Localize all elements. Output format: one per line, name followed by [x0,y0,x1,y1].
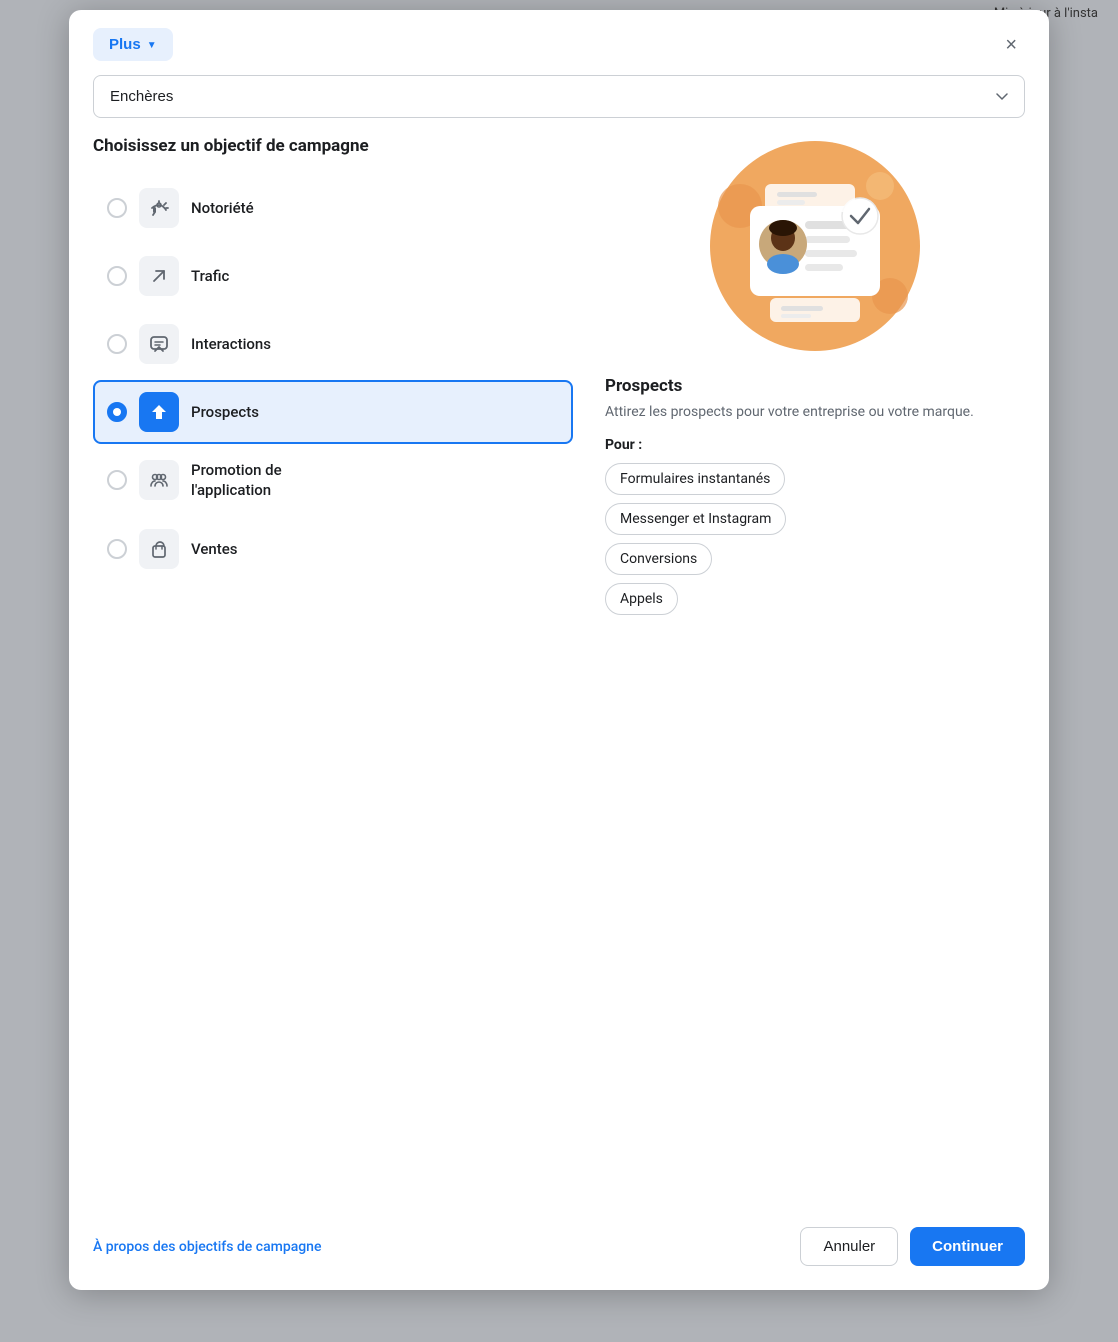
modal-footer: À propos des objectifs de campagne Annul… [69,1207,1049,1290]
encheres-select[interactable]: Enchères Budget maximum Coût par résulta… [93,75,1025,118]
objective-item-interactions[interactable]: Interactions [93,312,573,376]
promotion-icon [139,460,179,500]
tag-list: Formulaires instantanés Messenger et Ins… [605,463,786,615]
objective-item-notoriete[interactable]: Notoriété [93,176,573,240]
modal-backdrop: Mis à jour à l'insta Plus ▼ × Enchères B… [0,0,1118,1342]
pour-label: Pour : [605,437,642,453]
close-button[interactable]: × [997,31,1025,59]
annuler-button[interactable]: Annuler [800,1227,898,1266]
objective-list: Notoriété Trafic [93,176,573,581]
continuer-button[interactable]: Continuer [910,1227,1025,1266]
radio-notoriete [107,198,127,218]
plus-button[interactable]: Plus ▼ [93,28,173,61]
notoriete-label: Notoriété [191,199,254,217]
prospects-illustration [705,136,925,356]
about-link[interactable]: À propos des objectifs de campagne [93,1239,321,1255]
close-icon: × [1005,34,1017,56]
objective-item-trafic[interactable]: Trafic [93,244,573,308]
right-panel: Prospects Attirez les prospects pour vot… [605,136,1025,1207]
radio-prospects [107,402,127,422]
interactions-label: Interactions [191,335,271,353]
encheres-dropdown-section: Enchères Budget maximum Coût par résulta… [69,75,1049,136]
modal-header: Plus ▼ × [69,10,1049,75]
tag-messenger: Messenger et Instagram [605,503,786,535]
chevron-down-icon: ▼ [147,40,157,51]
plus-label: Plus [109,36,141,53]
ventes-label: Ventes [191,540,238,558]
tag-conversions: Conversions [605,543,712,575]
tag-appels: Appels [605,583,678,615]
objective-item-prospects[interactable]: Prospects [93,380,573,444]
radio-promotion [107,470,127,490]
radio-ventes [107,539,127,559]
modal-dialog: Plus ▼ × Enchères Budget maximum Coût pa… [69,10,1049,1290]
notoriete-icon [139,188,179,228]
desc-title: Prospects [605,376,682,396]
objective-item-promotion[interactable]: Promotion del'application [93,448,573,513]
trafic-icon [139,256,179,296]
tag-formulaires: Formulaires instantanés [605,463,785,495]
trafic-label: Trafic [191,267,229,285]
prospects-label: Prospects [191,403,259,421]
footer-buttons: Annuler Continuer [800,1227,1025,1266]
desc-text: Attirez les prospects pour votre entrepr… [605,402,974,423]
prospects-icon [139,392,179,432]
left-panel: Choisissez un objectif de campagne [93,136,573,1207]
section-title: Choisissez un objectif de campagne [93,136,573,156]
ventes-icon [139,529,179,569]
promotion-label: Promotion del'application [191,460,282,501]
radio-trafic [107,266,127,286]
interactions-icon [139,324,179,364]
radio-interactions [107,334,127,354]
objective-item-ventes[interactable]: Ventes [93,517,573,581]
modal-body: Choisissez un objectif de campagne [69,136,1049,1207]
